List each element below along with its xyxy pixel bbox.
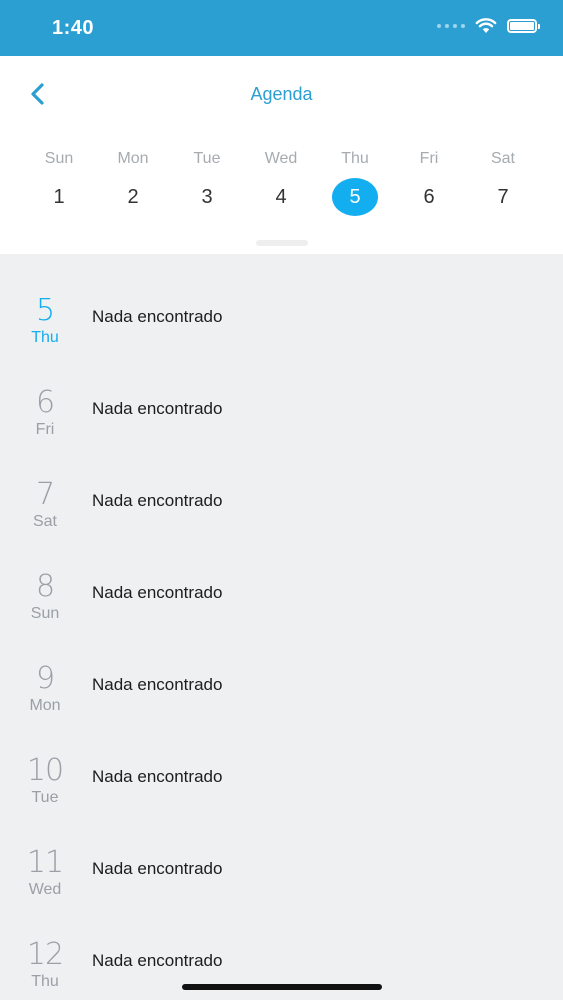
- week-day-thu[interactable]: Thu 5: [318, 150, 392, 216]
- agenda-empty-text: Nada encontrado: [92, 951, 223, 970]
- status-time: 1:40: [52, 17, 95, 39]
- agenda-date-number: 8: [35, 569, 55, 604]
- agenda-row[interactable]: 11 Wed Nada encontrado: [0, 806, 563, 900]
- agenda-date-number: 11: [26, 845, 64, 880]
- agenda-date: 5 Thu: [0, 296, 90, 348]
- week-day-name: Fri: [419, 150, 439, 167]
- agenda-date-weekday: Wed: [28, 881, 62, 898]
- agenda-row-today[interactable]: 5 Thu Nada encontrado: [0, 254, 563, 348]
- agenda-date: 11 Wed: [0, 848, 90, 900]
- week-day-name: Wed: [264, 150, 298, 167]
- agenda-date: 7 Sat: [0, 480, 90, 532]
- agenda-date: 9 Mon: [0, 664, 90, 716]
- agenda-date-number: 6: [35, 385, 55, 420]
- agenda-date-weekday: Tue: [31, 789, 59, 806]
- agenda-date: 8 Sun: [0, 572, 90, 624]
- agenda-date-number: 9: [35, 661, 55, 696]
- week-day-sun[interactable]: Sun 1: [22, 150, 96, 216]
- agenda-date: 12 Thu: [0, 940, 90, 992]
- agenda-list: 5 Thu Nada encontrado 6 Fri Nada encontr…: [0, 254, 563, 992]
- agenda-date-weekday: Sat: [32, 513, 57, 530]
- agenda-date-number: 12: [26, 937, 64, 972]
- week-day-number: 4: [275, 185, 287, 208]
- drag-handle[interactable]: [256, 240, 308, 246]
- agenda-row[interactable]: 10 Tue Nada encontrado: [0, 714, 563, 808]
- cellular-signal-icon: [437, 24, 465, 28]
- agenda-empty-text: Nada encontrado: [92, 583, 223, 602]
- week-day-name: Sun: [44, 150, 74, 167]
- home-indicator[interactable]: [182, 984, 382, 990]
- agenda-date-weekday: Thu: [31, 329, 59, 346]
- week-day-number: 7: [497, 185, 509, 208]
- week-day-name: Thu: [341, 150, 369, 167]
- agenda-date: 10 Tue: [0, 756, 90, 808]
- agenda-date-weekday: Mon: [29, 697, 61, 714]
- agenda-empty-text: Nada encontrado: [92, 491, 223, 510]
- agenda-row[interactable]: 9 Mon Nada encontrado: [0, 622, 563, 716]
- status-bar: 1:40: [0, 0, 563, 56]
- week-day-number: 6: [423, 185, 435, 208]
- agenda-date-weekday: Sun: [30, 605, 60, 622]
- week-day-sat[interactable]: Sat 7: [466, 150, 540, 216]
- agenda-date-weekday: Fri: [35, 421, 55, 438]
- week-day-number: 3: [201, 185, 213, 208]
- week-day-number: 2: [127, 185, 139, 208]
- header: Agenda Sun 1 Mon 2 Tue 3 Wed 4 Thu 5 Fri…: [0, 56, 563, 254]
- agenda-date-weekday: Thu: [31, 973, 59, 990]
- week-day-name: Mon: [117, 150, 149, 167]
- agenda-screen: 1:40 Agenda Sun 1 Mon 2 Tue 3 Wed 4 Thu …: [0, 0, 563, 1000]
- agenda-date-number: 5: [35, 293, 55, 328]
- agenda-empty-text: Nada encontrado: [92, 399, 223, 418]
- agenda-empty-text: Nada encontrado: [92, 859, 223, 878]
- agenda-row[interactable]: 6 Fri Nada encontrado: [0, 346, 563, 440]
- week-day-mon[interactable]: Mon 2: [96, 150, 170, 216]
- status-icons: [437, 18, 540, 34]
- agenda-date-number: 10: [26, 753, 64, 788]
- agenda-row[interactable]: 7 Sat Nada encontrado: [0, 438, 563, 532]
- week-day-fri[interactable]: Fri 6: [392, 150, 466, 216]
- week-day-number: 1: [53, 185, 65, 208]
- agenda-date-number: 7: [35, 477, 55, 512]
- week-day-tue[interactable]: Tue 3: [170, 150, 244, 216]
- agenda-row[interactable]: 8 Sun Nada encontrado: [0, 530, 563, 624]
- agenda-empty-text: Nada encontrado: [92, 675, 223, 694]
- agenda-empty-text: Nada encontrado: [92, 767, 223, 786]
- page-title: Agenda: [250, 84, 313, 104]
- agenda-empty-text: Nada encontrado: [92, 307, 223, 326]
- wifi-icon: [475, 18, 497, 33]
- agenda-date: 6 Fri: [0, 388, 90, 440]
- week-day-name: Sat: [490, 150, 515, 167]
- week-day-name: Tue: [193, 150, 221, 167]
- week-strip: Sun 1 Mon 2 Tue 3 Wed 4 Thu 5 Fri 6 Sat …: [22, 150, 540, 216]
- agenda-row[interactable]: 12 Thu Nada encontrado: [0, 898, 563, 992]
- battery-icon: [507, 19, 540, 33]
- week-day-number-selected: 5: [332, 178, 378, 216]
- week-day-wed[interactable]: Wed 4: [244, 150, 318, 216]
